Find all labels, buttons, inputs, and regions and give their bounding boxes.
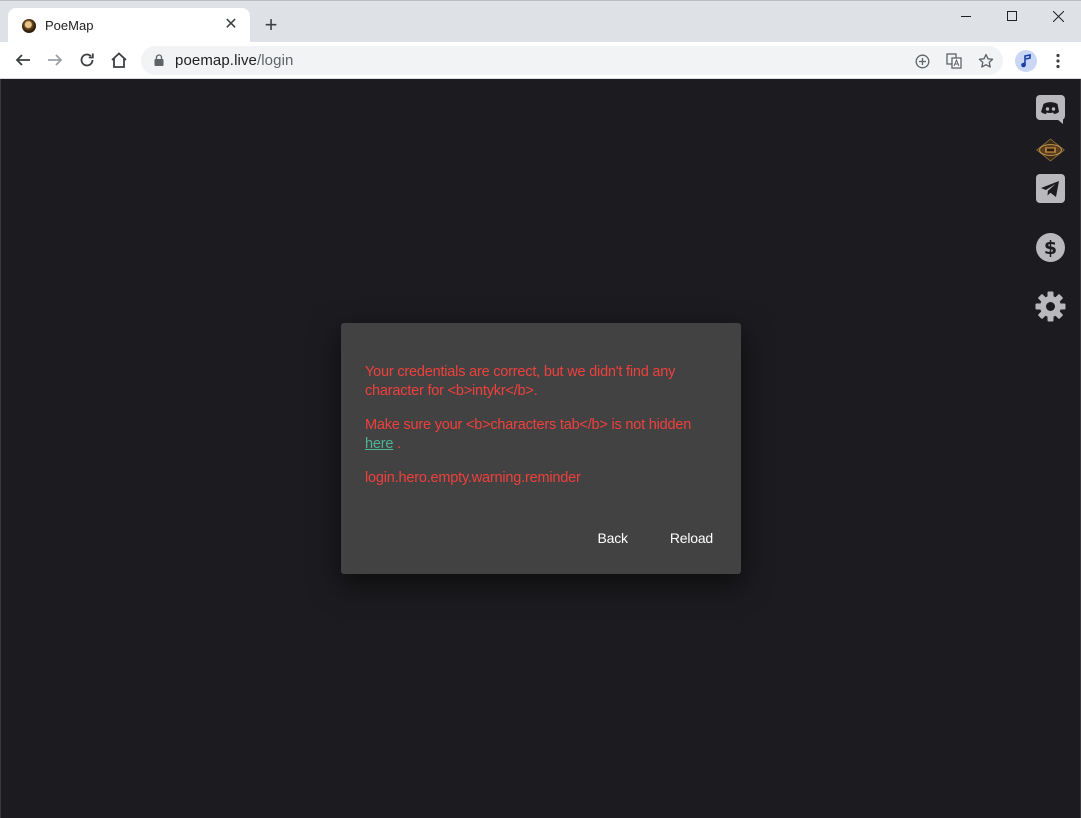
browser-menu-button[interactable] [1050,50,1066,72]
maximize-icon [1007,11,1017,21]
dialog-message: Your credentials are correct, but we did… [365,363,715,503]
telegram-button[interactable] [1035,173,1066,204]
translate-icon [946,53,962,69]
more-vert-icon [1056,53,1060,69]
svg-text:$: $ [1044,237,1057,259]
maximize-button[interactable] [989,1,1035,31]
profile-avatar[interactable] [1015,50,1037,72]
refresh-icon [80,53,94,67]
tab-strip: PoeMap ✕ + [0,0,1081,43]
tab-close-icon[interactable]: ✕ [222,16,240,34]
browser-tab[interactable]: PoeMap ✕ [8,8,250,43]
tab-title: PoeMap [45,18,94,33]
address-bar[interactable]: poemap.live/login [141,46,1003,75]
gear-icon [1035,291,1066,322]
browser-window: PoeMap ✕ + poemap.live/login $ Your cred… [0,0,1081,818]
lock-icon [154,54,164,66]
dollar-icon: $ [1036,233,1065,262]
add-circle-icon [915,54,929,68]
poe-trade-icon [1036,137,1065,162]
install-app-button[interactable] [912,51,932,71]
hidden-tab-message: Make sure your <b>characters tab</b> is … [365,416,715,454]
star-icon [978,53,994,68]
new-tab-button[interactable]: + [260,14,282,36]
reminder-message: login.hero.empty.warning.reminder [365,470,581,486]
discord-icon [1036,95,1065,124]
dialog-actions: Back Reload [598,530,714,546]
hidden-tab-text: Make sure your <b>characters tab</b> is … [365,417,692,433]
back-button[interactable]: Back [598,530,629,546]
bookmark-button[interactable] [976,51,996,71]
arrow-right-icon [48,54,63,66]
forward-nav-button[interactable] [43,48,67,72]
poe-trade-button[interactable] [1035,134,1066,165]
url-host: poemap.live [175,52,257,69]
close-window-button[interactable] [1035,1,1081,31]
home-button[interactable] [107,48,131,72]
browser-toolbar: poemap.live/login [0,42,1081,79]
minimize-button[interactable] [943,1,989,31]
music-note-icon [1021,54,1031,68]
here-link[interactable]: here [365,436,393,452]
home-icon [111,52,127,68]
reload-button[interactable]: Reload [670,530,713,546]
translate-button[interactable] [944,51,964,71]
url-text: poemap.live/login [175,52,293,69]
reload-nav-button[interactable] [75,48,99,72]
settings-button[interactable] [1035,291,1066,322]
arrow-left-icon [15,54,30,66]
discord-button[interactable] [1035,94,1066,125]
no-character-dialog: Your credentials are correct, but we did… [341,323,741,574]
donate-button[interactable]: $ [1035,232,1066,263]
telegram-icon [1036,174,1065,203]
credentials-message: Your credentials are correct, but we did… [365,364,676,399]
window-controls [943,1,1081,31]
url-path: /login [256,52,294,69]
close-icon [1052,10,1064,22]
hidden-tab-suffix: . [393,436,401,452]
poemap-favicon-icon [22,19,36,33]
minimize-icon [961,16,971,17]
back-nav-button[interactable] [11,48,35,72]
